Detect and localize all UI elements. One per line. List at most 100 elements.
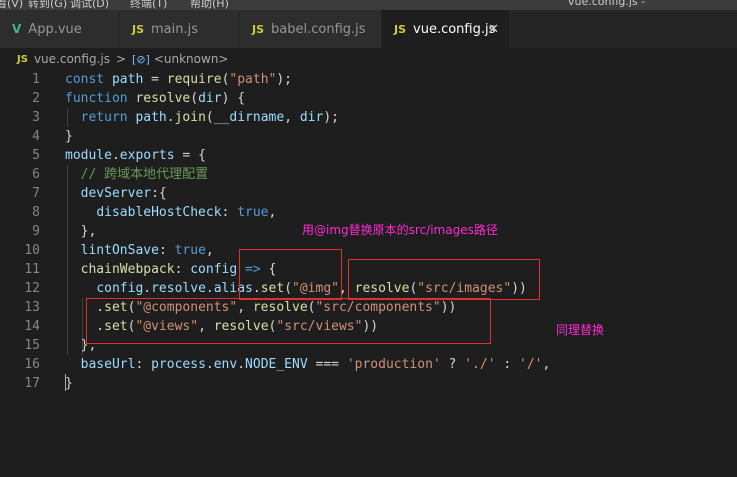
code-text: function resolve(dir) { xyxy=(65,89,245,108)
code-text: disableHostCheck: true, xyxy=(65,203,276,222)
code-text: } xyxy=(65,374,73,393)
menu-help[interactable]: 帮助(H) xyxy=(190,0,229,10)
annotation-note-2: 同理替换 xyxy=(556,323,605,337)
line-number: 2 xyxy=(32,91,40,106)
breadcrumb-file[interactable]: vue.config.js xyxy=(34,52,110,66)
code-token: path xyxy=(135,110,167,125)
code-token: config xyxy=(96,281,144,296)
annotation-box-sets xyxy=(86,298,491,344)
code-token: : xyxy=(174,262,191,277)
code-token: './' xyxy=(464,357,496,372)
line-number: 5 xyxy=(32,148,40,163)
breadcrumb-separator: > xyxy=(115,52,127,66)
code-token: : xyxy=(221,205,238,220)
tab-app-vue[interactable]: V App.vue xyxy=(0,10,120,48)
code-token: , xyxy=(284,110,300,125)
code-text: }, xyxy=(65,222,97,241)
code-token: , xyxy=(542,357,551,372)
code-token: . xyxy=(166,110,175,125)
code-token: resolve xyxy=(151,281,206,296)
line-number: 7 xyxy=(32,186,40,201)
menu-terminal[interactable]: 终端(T) xyxy=(130,0,167,10)
code-token: return xyxy=(80,110,136,125)
code-token: // 跨域本地代理配置 xyxy=(80,167,209,182)
code-token: ( xyxy=(205,110,214,125)
code-text: module.exports = { xyxy=(65,146,206,165)
code-text: devServer:{ xyxy=(65,184,167,203)
code-token: const xyxy=(65,72,112,87)
code-token: resolve xyxy=(135,91,191,106)
tab-vue-config-js[interactable]: JS vue.config.js ✕ xyxy=(382,10,510,48)
js-file-icon: JS xyxy=(17,53,28,65)
code-token: baseUrl xyxy=(80,357,136,372)
line-number: 11 xyxy=(24,262,40,277)
js-file-icon: JS xyxy=(394,22,407,36)
code-token: = xyxy=(143,72,167,87)
breadcrumb-symbol[interactable]: <unknown> xyxy=(154,52,229,66)
code-token: ( xyxy=(190,91,199,106)
code-token: chainWebpack xyxy=(80,262,175,277)
code-token: . xyxy=(205,357,214,372)
text-cursor xyxy=(65,374,66,391)
tab-bar: V App.vue JS main.js JS babel.config.js … xyxy=(0,10,737,48)
annotation-box-img xyxy=(239,249,342,300)
tab-label: babel.config.js xyxy=(271,21,366,37)
line-number: 13 xyxy=(24,300,40,315)
close-icon[interactable]: ✕ xyxy=(488,22,499,37)
code-token: disableHostCheck xyxy=(96,205,222,220)
line-number: 9 xyxy=(32,224,40,239)
code-token: , xyxy=(205,243,214,258)
code-token: require xyxy=(166,72,222,87)
code-token: ? xyxy=(440,357,465,372)
tab-label: main.js xyxy=(151,21,199,37)
code-text: const path = require("path"); xyxy=(65,70,292,89)
code-token: true xyxy=(174,243,206,258)
window-title: vue.config.js - kuanjie_calculator xyxy=(568,0,667,10)
code-token: process xyxy=(151,357,206,372)
code-token: }, xyxy=(65,224,97,239)
code-token: : xyxy=(158,243,175,258)
code-token: , xyxy=(268,205,277,220)
code-text: lintOnSave: true, xyxy=(65,241,214,260)
line-number: 16 xyxy=(24,357,40,372)
line-number: 6 xyxy=(32,167,40,182)
line-number: 14 xyxy=(24,319,40,334)
code-text: baseUrl: process.env.NODE_ENV === 'produ… xyxy=(65,355,551,374)
tab-main-js[interactable]: JS main.js xyxy=(120,10,240,48)
code-token: ); xyxy=(323,110,339,125)
code-text: // 跨域本地代理配置 xyxy=(65,165,208,184)
tab-babel-config-js[interactable]: JS babel.config.js xyxy=(240,10,382,48)
js-file-icon: JS xyxy=(252,22,265,36)
line-number: 4 xyxy=(32,129,40,144)
code-text: return path.join(__dirname, dir); xyxy=(65,108,339,127)
menu-bar: 看(V) 转到(G) 调试(D) 终端(T) 帮助(H) vue.config.… xyxy=(0,0,737,10)
line-number: 1 xyxy=(32,72,40,87)
menu-view[interactable]: 看(V) xyxy=(0,0,23,10)
code-token: : xyxy=(135,357,152,372)
menu-debug[interactable]: 调试(D) xyxy=(70,0,109,10)
code-token: module xyxy=(65,148,112,163)
menu-goto[interactable]: 转到(G) xyxy=(28,0,67,10)
code-token: . xyxy=(143,281,152,296)
code-token: true xyxy=(237,205,269,220)
vue-file-icon: V xyxy=(12,22,22,36)
code-token: === xyxy=(307,357,347,372)
code-token: NODE_ENV xyxy=(245,357,308,372)
js-file-icon: JS xyxy=(132,22,145,36)
code-token: exports xyxy=(119,148,175,163)
line-number: 8 xyxy=(32,205,40,220)
code-token: lintOnSave xyxy=(80,243,159,258)
breadcrumb: JS vue.config.js > [⊘] <unknown> xyxy=(0,48,737,70)
annotation-note-1: 用@img替换原本的src/images路径 xyxy=(302,223,498,237)
line-number: 12 xyxy=(24,281,40,296)
line-number: 17 xyxy=(24,376,40,391)
code-token: join xyxy=(174,110,206,125)
code-token: . xyxy=(237,357,246,372)
